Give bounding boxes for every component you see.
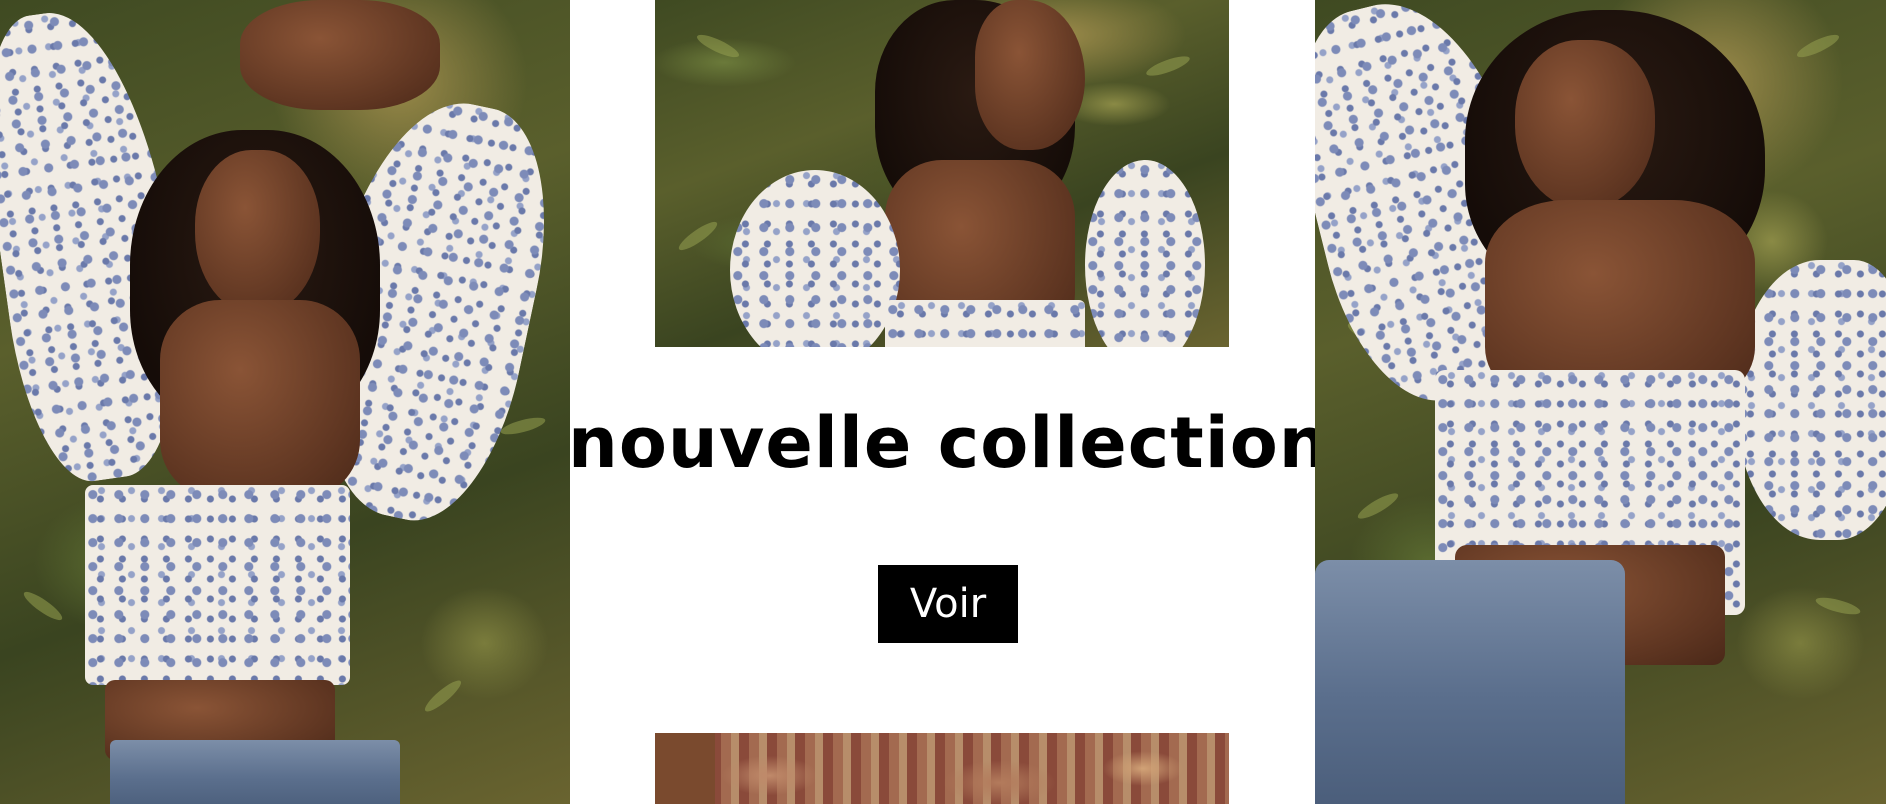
collection-headline: nouvelle collection bbox=[568, 402, 1330, 484]
blouse-bodice bbox=[885, 300, 1085, 347]
photo-center-bottom bbox=[655, 733, 1229, 804]
photo-left bbox=[0, 0, 570, 804]
jeans bbox=[110, 740, 400, 804]
jeans bbox=[1315, 560, 1625, 804]
hero-banner: nouvelle collection Voir bbox=[0, 0, 1886, 804]
face bbox=[195, 150, 320, 315]
photo-center-top bbox=[655, 0, 1229, 347]
face bbox=[1515, 40, 1655, 210]
view-collection-button[interactable]: Voir bbox=[878, 565, 1018, 643]
hands bbox=[240, 0, 440, 110]
wood-floor bbox=[655, 733, 715, 804]
neck-chest bbox=[160, 300, 360, 500]
photo-right bbox=[1315, 0, 1886, 804]
blouse-bodice bbox=[85, 485, 350, 685]
rug-pattern bbox=[655, 733, 1229, 804]
